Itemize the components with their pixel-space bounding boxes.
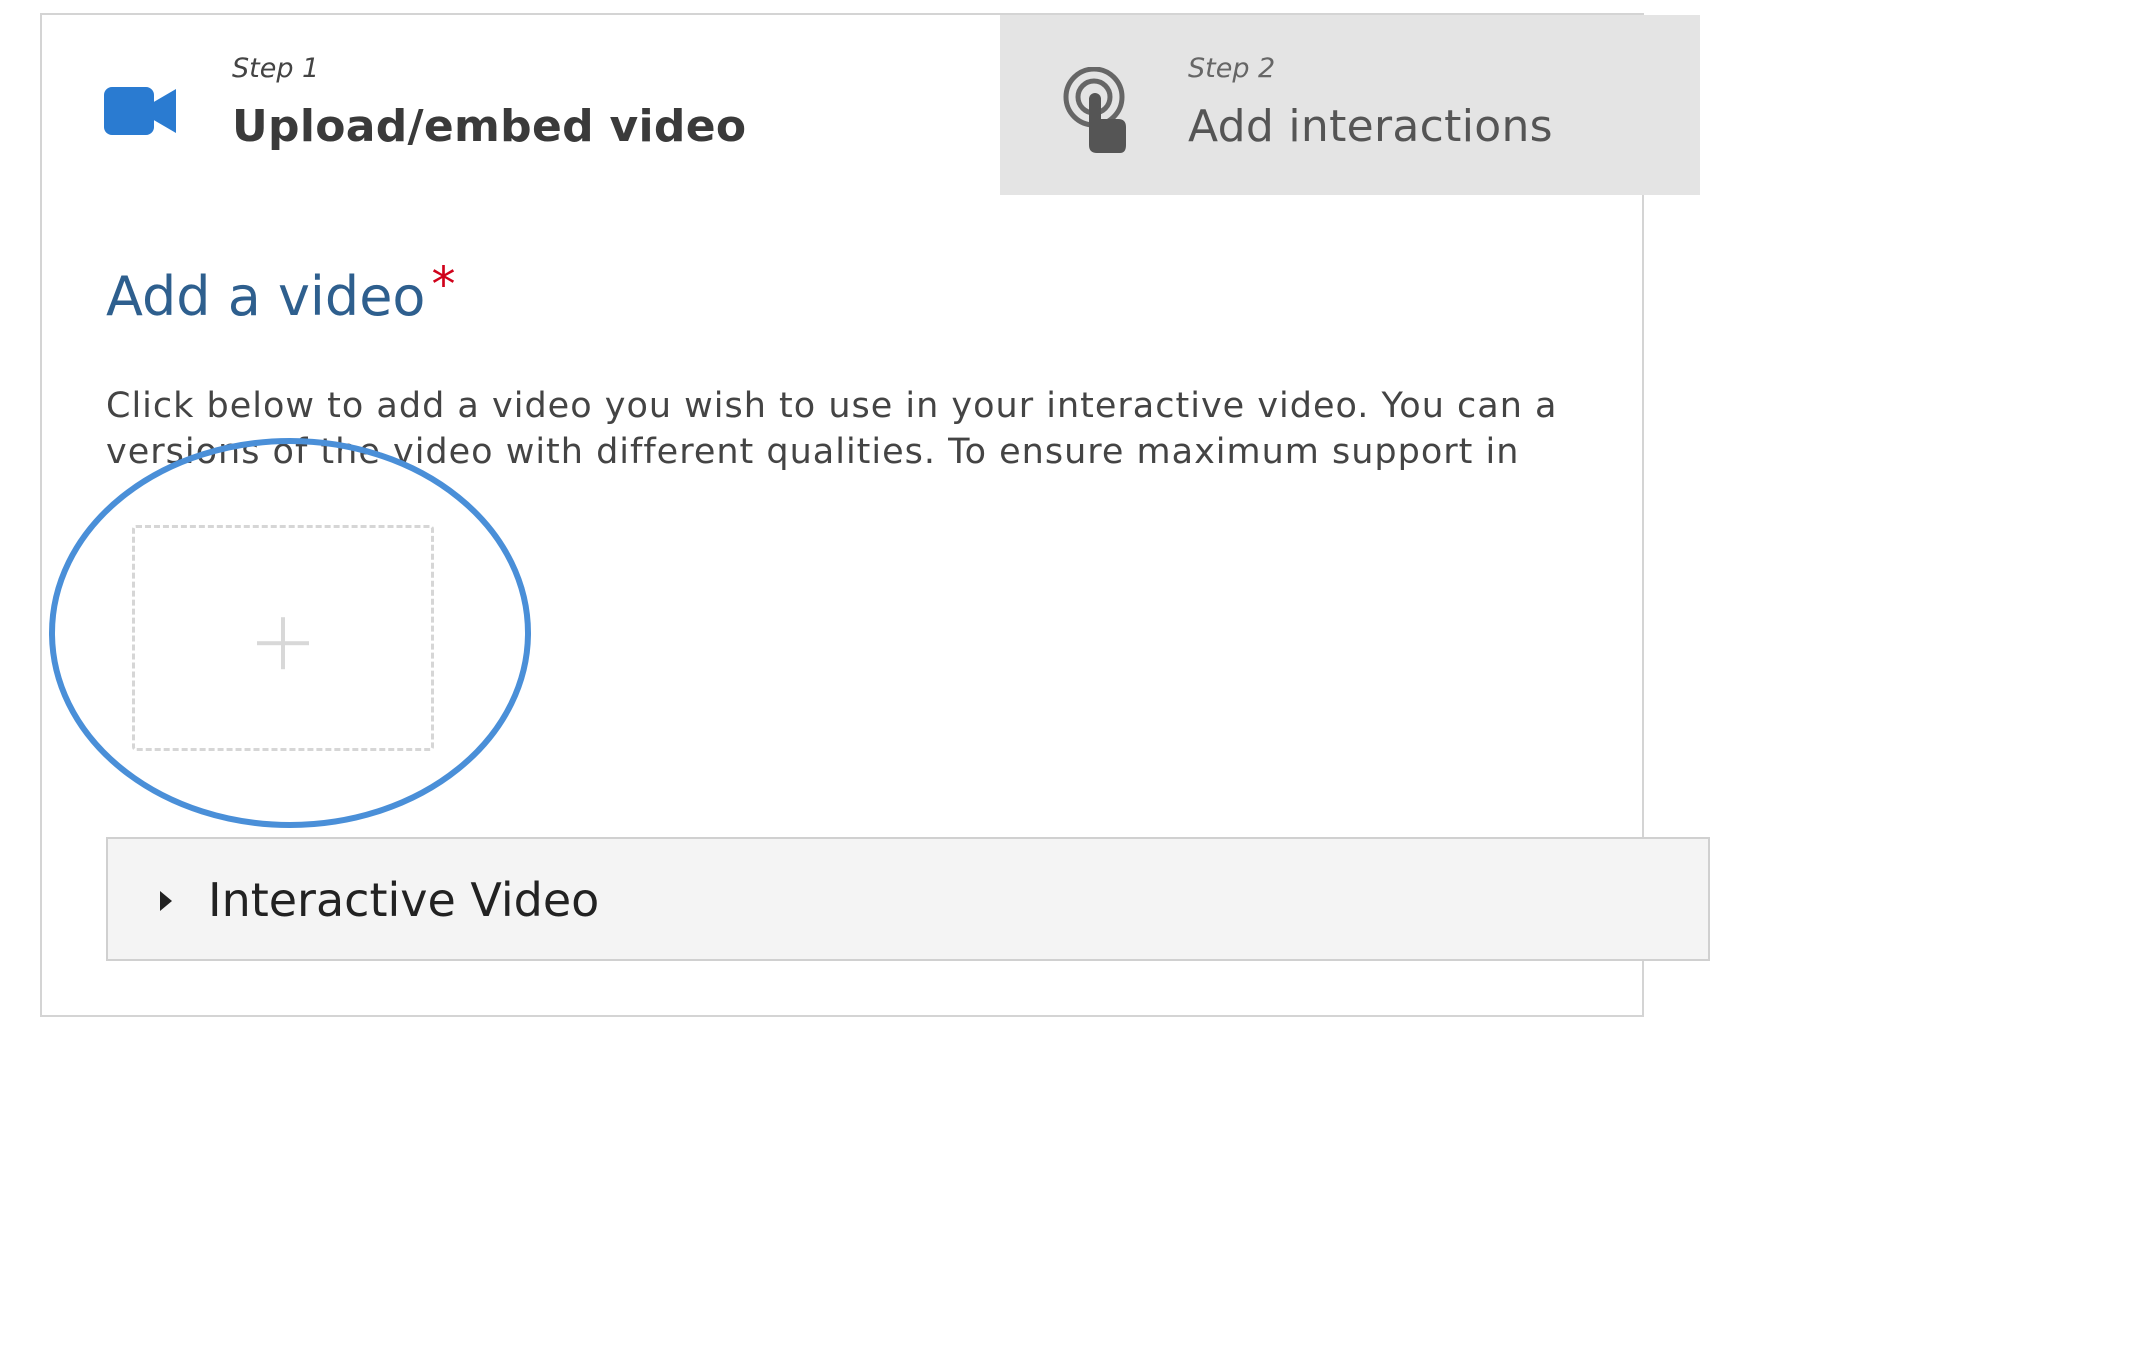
video-camera-icon (104, 85, 178, 141)
step-2-number: Step 2 (1188, 53, 1276, 84)
tab-step-2[interactable]: Step 2 Add interactions (1000, 15, 1700, 195)
add-video-label: Add a video (106, 265, 426, 328)
required-asterisk: * (431, 257, 456, 313)
description-line-1: Click below to add a video you wish to u… (106, 386, 1558, 426)
tab-step-1[interactable]: Step 1 Upload/embed video (42, 15, 1000, 195)
step-2-title: Add interactions (1188, 101, 1553, 152)
group-title: Interactive Video (208, 873, 600, 927)
interactive-video-group-header[interactable]: Interactive Video (106, 837, 1710, 961)
touch-hand-icon (1062, 66, 1132, 161)
plus-icon (257, 617, 309, 670)
description-line-2: versions of the video with different qua… (106, 432, 1520, 472)
field-description: Click below to add a video you wish to u… (106, 383, 1706, 475)
add-video-heading: Add a video * (106, 257, 455, 328)
add-video-button[interactable] (132, 525, 434, 751)
caret-right-icon (160, 891, 172, 911)
step-1-number: Step 1 (232, 53, 320, 84)
step-1-title: Upload/embed video (232, 101, 747, 152)
interactive-video-editor: Step 1 Upload/embed video Step 2 Add int… (40, 13, 1710, 1017)
